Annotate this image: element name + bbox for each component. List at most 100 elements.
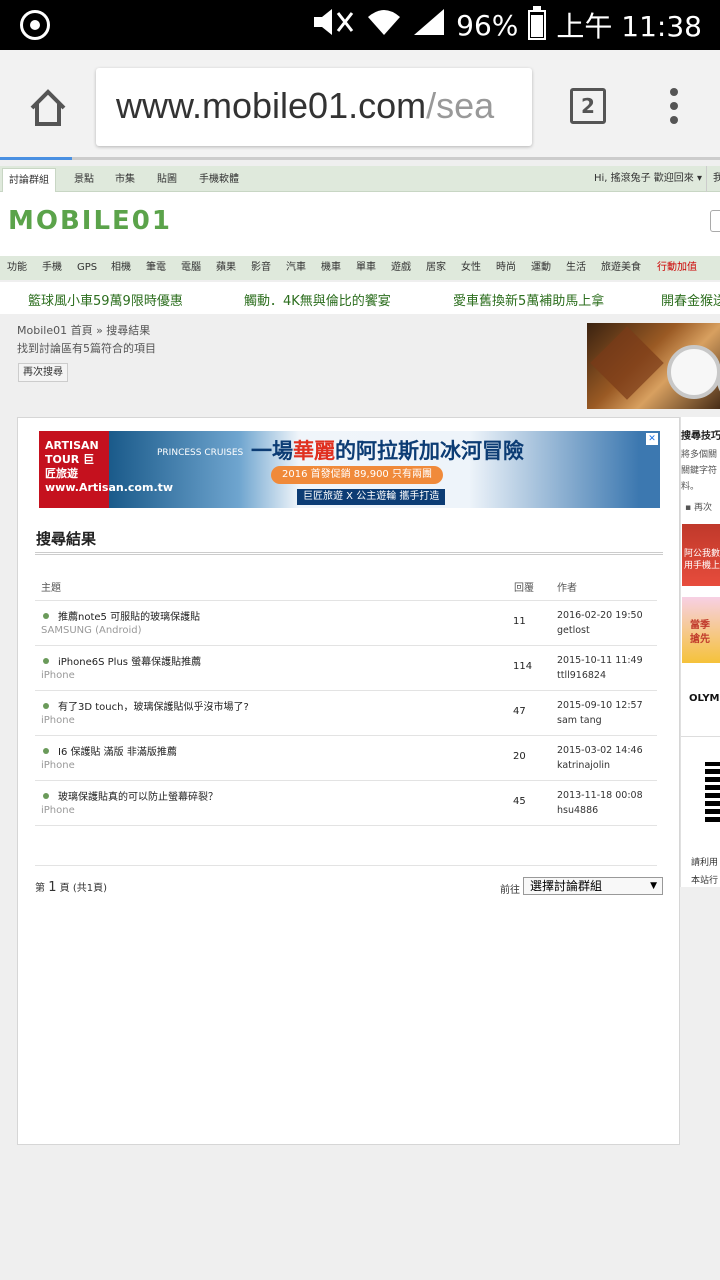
dropdown-arrow-icon: ▼ xyxy=(650,881,657,891)
cat-item[interactable]: 手機 xyxy=(42,256,62,280)
cat-item[interactable]: 生活 xyxy=(566,256,586,280)
cat-item[interactable]: GPS xyxy=(77,256,97,280)
sidebar-ad[interactable]: 當季 搶先 xyxy=(682,597,720,663)
reply-count: 114 xyxy=(513,661,533,672)
cat-item[interactable]: 蘋果 xyxy=(216,256,236,280)
topic-link[interactable]: 推薦note5 可服貼的玻璃保護貼 xyxy=(58,608,200,623)
post-date: 2015-03-02 14:46 xyxy=(557,745,643,756)
tab-apps[interactable]: 手機軟體 xyxy=(193,168,245,192)
table-row: 推薦note5 可服貼的玻璃保護貼 SAMSUNG (Android) 11 2… xyxy=(35,601,657,646)
sidebar-ad[interactable]: 阿公我數 用手機上 xyxy=(682,524,720,586)
search-again-link[interactable]: ▪ 再次 xyxy=(685,500,712,513)
ad-promo: 2016 首發促銷 89,900 只有兩團 xyxy=(271,466,443,484)
breadcrumb[interactable]: Mobile01 首頁 » 搜尋結果 xyxy=(17,322,150,338)
topic-link[interactable]: 玻璃保護貼真的可以防止螢幕碎裂？ xyxy=(58,788,218,803)
site-logo[interactable]: MOBILE01 xyxy=(8,206,172,236)
tab-spots[interactable]: 景點 xyxy=(68,168,100,192)
cruise-ad-banner[interactable]: ARTISAN TOUR 巨匠旅遊 www.Artisan.com.tw PRI… xyxy=(39,431,660,508)
table-row: 玻璃保護貼真的可以防止螢幕碎裂？ iPhone 45 2013-11-18 00… xyxy=(35,781,657,826)
overflow-menu-button[interactable] xyxy=(670,88,678,124)
browser-toolbar: www.mobile01.com/sea 2 xyxy=(0,50,720,160)
status-bar: 96% 上午 11:38 xyxy=(0,0,720,50)
cat-item[interactable]: 電腦 xyxy=(181,256,201,280)
author-link[interactable]: getlost xyxy=(557,625,590,636)
post-date: 2015-09-10 12:57 xyxy=(557,700,643,711)
divider xyxy=(681,736,720,737)
cat-item[interactable]: 遊戲 xyxy=(391,256,411,280)
user-greeting[interactable]: Hi, 搖滾兔子 歡迎回來 ▾ xyxy=(594,166,702,192)
cat-item[interactable]: 運動 xyxy=(531,256,551,280)
divider xyxy=(35,865,657,866)
bullet-icon xyxy=(43,613,49,619)
pager: 第 1 頁 (共1頁) xyxy=(35,880,107,895)
cat-item[interactable]: 機車 xyxy=(321,256,341,280)
home-button[interactable] xyxy=(26,86,70,130)
promo-link[interactable]: 愛車舊換新5萬補助馬上拿 xyxy=(453,290,604,309)
cat-item[interactable]: 相機 xyxy=(111,256,131,280)
forum-link[interactable]: iPhone xyxy=(41,760,75,771)
battery-percent: 96% xyxy=(456,8,519,42)
forum-link[interactable]: iPhone xyxy=(41,670,75,681)
search-again-button[interactable]: 再次搜尋 xyxy=(18,363,68,382)
tab-photos[interactable]: 貼圖 xyxy=(151,168,183,192)
status-icons: 96% 上午 11:38 xyxy=(310,6,702,44)
promo-link[interactable]: 籃球風小車59萬9限時優惠 xyxy=(28,290,183,309)
table-row: 有了3D touch，玻璃保護貼似乎沒市場了? iPhone 47 2015-0… xyxy=(35,691,657,736)
topic-link[interactable]: 有了3D touch，玻璃保護貼似乎沒市場了? xyxy=(58,698,249,713)
cat-item[interactable]: 時尚 xyxy=(496,256,516,280)
url-host: www.mobile01.com xyxy=(116,85,427,126)
reply-count: 20 xyxy=(513,751,526,762)
topic-link[interactable]: iPhone6S Plus 螢幕保護貼推薦 xyxy=(58,653,201,668)
qr-note: 請利用 xyxy=(691,858,719,868)
cat-item[interactable]: 筆電 xyxy=(146,256,166,280)
mute-icon xyxy=(310,7,356,44)
wifi-icon xyxy=(366,7,402,44)
ad-cruise-line: PRINCESS CRUISES xyxy=(157,448,244,458)
forum-link[interactable]: iPhone xyxy=(41,805,75,816)
reply-count: 45 xyxy=(513,796,526,807)
search-tips-title: 搜尋技巧 xyxy=(681,431,720,442)
author-link[interactable]: katrinajolin xyxy=(557,760,610,771)
bullet-icon xyxy=(43,658,49,664)
current-page: 1 xyxy=(48,880,57,895)
promo-link[interactable]: 觸動．4K無與倫比的饗宴 xyxy=(244,290,391,309)
address-bar[interactable]: www.mobile01.com/sea xyxy=(96,68,532,146)
cat-item[interactable]: 影音 xyxy=(251,256,271,280)
forum-group-select[interactable]: 選擇討論群組 ▼ xyxy=(523,877,663,895)
qr-code-icon xyxy=(705,762,720,822)
user-menu-extra[interactable]: 我 xyxy=(706,166,720,192)
goto-label: 前往 xyxy=(500,885,520,896)
author-link[interactable]: hsu4886 xyxy=(557,805,598,816)
tips-line: 料。 xyxy=(681,482,700,492)
olympus-ad[interactable]: OLYM xyxy=(689,693,720,704)
cat-item[interactable]: 汽車 xyxy=(286,256,306,280)
cat-item[interactable]: 功能 xyxy=(7,256,27,280)
tab-forums[interactable]: 討論群組 xyxy=(2,168,56,192)
bullet-icon xyxy=(43,793,49,799)
category-nav: 功能 手機 GPS 相機 筆電 電腦 蘋果 影音 汽車 機車 單車 遊戲 居家 … xyxy=(0,256,720,280)
cat-item[interactable]: 旅遊美食 xyxy=(601,256,641,280)
tab-market[interactable]: 市集 xyxy=(109,168,141,192)
ad-close-icon[interactable]: ✕ xyxy=(646,433,658,445)
site-search-input[interactable] xyxy=(710,210,720,232)
home-icon xyxy=(30,89,66,126)
watch-ad-image[interactable] xyxy=(587,323,720,409)
results-table-header: 主題 回覆 作者 xyxy=(35,573,657,601)
reply-count: 11 xyxy=(513,616,526,627)
divider xyxy=(35,552,663,555)
tips-line: 關鍵字符 xyxy=(681,466,718,476)
forum-link[interactable]: SAMSUNG (Android) xyxy=(41,625,142,636)
cat-item-mobile-plus[interactable]: 行動加值 xyxy=(657,256,697,280)
watch-face xyxy=(667,345,720,399)
forum-link[interactable]: iPhone xyxy=(41,715,75,726)
cat-item[interactable]: 單車 xyxy=(356,256,376,280)
tab-switcher-button[interactable]: 2 xyxy=(570,88,606,124)
col-replies: 回覆 xyxy=(514,583,534,594)
clock: 上午 11:38 xyxy=(556,10,702,43)
topic-link[interactable]: I6 保護貼 滿版 非滿版推薦 xyxy=(58,743,177,758)
author-link[interactable]: ttll916824 xyxy=(557,670,606,681)
promo-link[interactable]: 開春金猴送 xyxy=(661,290,720,309)
cat-item[interactable]: 女性 xyxy=(461,256,481,280)
author-link[interactable]: sam tang xyxy=(557,715,602,726)
cat-item[interactable]: 居家 xyxy=(426,256,446,280)
